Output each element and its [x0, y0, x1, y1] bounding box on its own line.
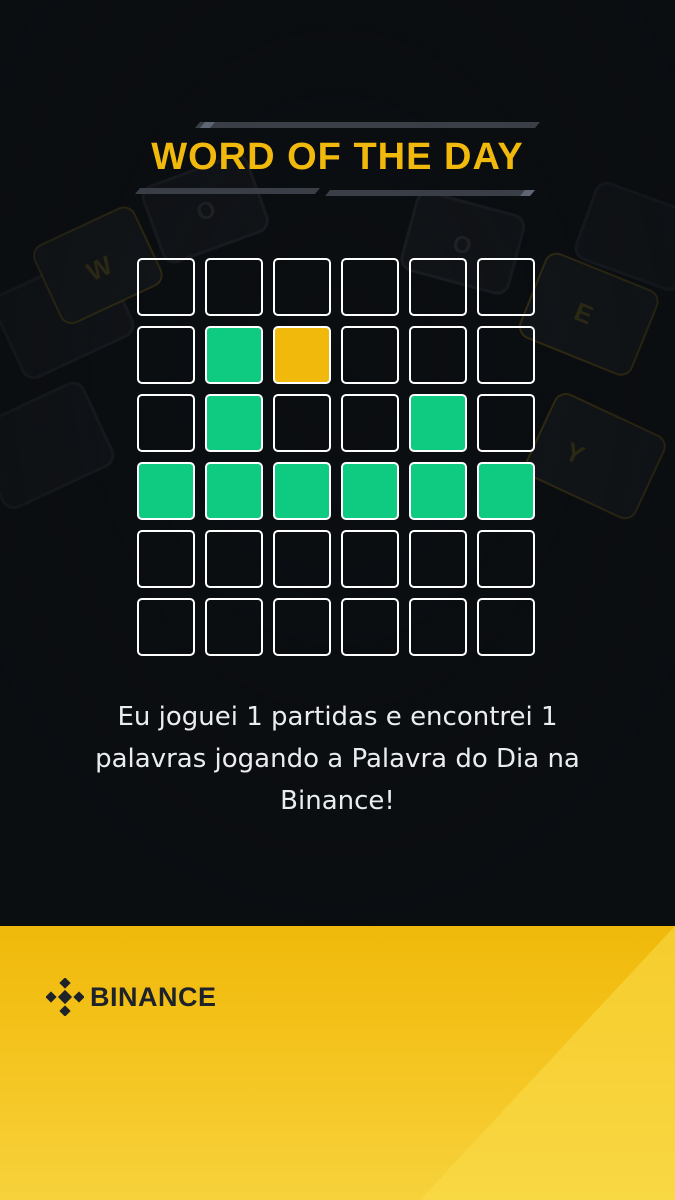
board-tile	[409, 326, 467, 384]
board-tile	[137, 598, 195, 656]
page-title: WORD OF THE DAY	[151, 136, 524, 178]
board-tile	[409, 394, 467, 452]
board-tile	[137, 394, 195, 452]
result-message: Eu joguei 1 partidas e encontrei 1 palav…	[95, 702, 580, 816]
board-tile	[137, 326, 195, 384]
board-tile	[137, 530, 195, 588]
game-board	[137, 258, 539, 660]
brand-name: BINANCE	[90, 981, 217, 1012]
board-tile	[273, 530, 331, 588]
board-tile	[409, 530, 467, 588]
board-tile	[477, 530, 535, 588]
board-tile	[477, 258, 535, 316]
binance-diamond-icon	[46, 978, 84, 1016]
board-tile	[341, 598, 399, 656]
board-tile	[205, 462, 263, 520]
board-tile	[341, 258, 399, 316]
board-tile	[273, 394, 331, 452]
board-tile	[409, 258, 467, 316]
board-tile	[205, 326, 263, 384]
board-tile	[137, 258, 195, 316]
board-tile	[273, 258, 331, 316]
title-banner: WORD OF THE DAY	[0, 118, 675, 208]
board-tile	[341, 394, 399, 452]
board-tile	[137, 462, 195, 520]
board-tile	[273, 326, 331, 384]
board-tile	[477, 326, 535, 384]
board-tile	[273, 598, 331, 656]
board-tile	[409, 462, 467, 520]
header-section: W O O E Y	[0, 0, 675, 926]
board-tile	[477, 598, 535, 656]
board-tile	[205, 598, 263, 656]
board-tile	[477, 462, 535, 520]
footer-gradient-shape	[420, 926, 675, 1200]
board-tile	[273, 462, 331, 520]
board-tile	[205, 530, 263, 588]
board-tile	[409, 598, 467, 656]
board-tile	[205, 258, 263, 316]
board-tile	[341, 530, 399, 588]
board-tile	[477, 394, 535, 452]
board-tile	[341, 462, 399, 520]
board-tile	[341, 326, 399, 384]
binance-logo: BINANCE	[46, 978, 217, 1016]
footer-section: BINANCE	[0, 926, 675, 1200]
board-tile	[205, 394, 263, 452]
